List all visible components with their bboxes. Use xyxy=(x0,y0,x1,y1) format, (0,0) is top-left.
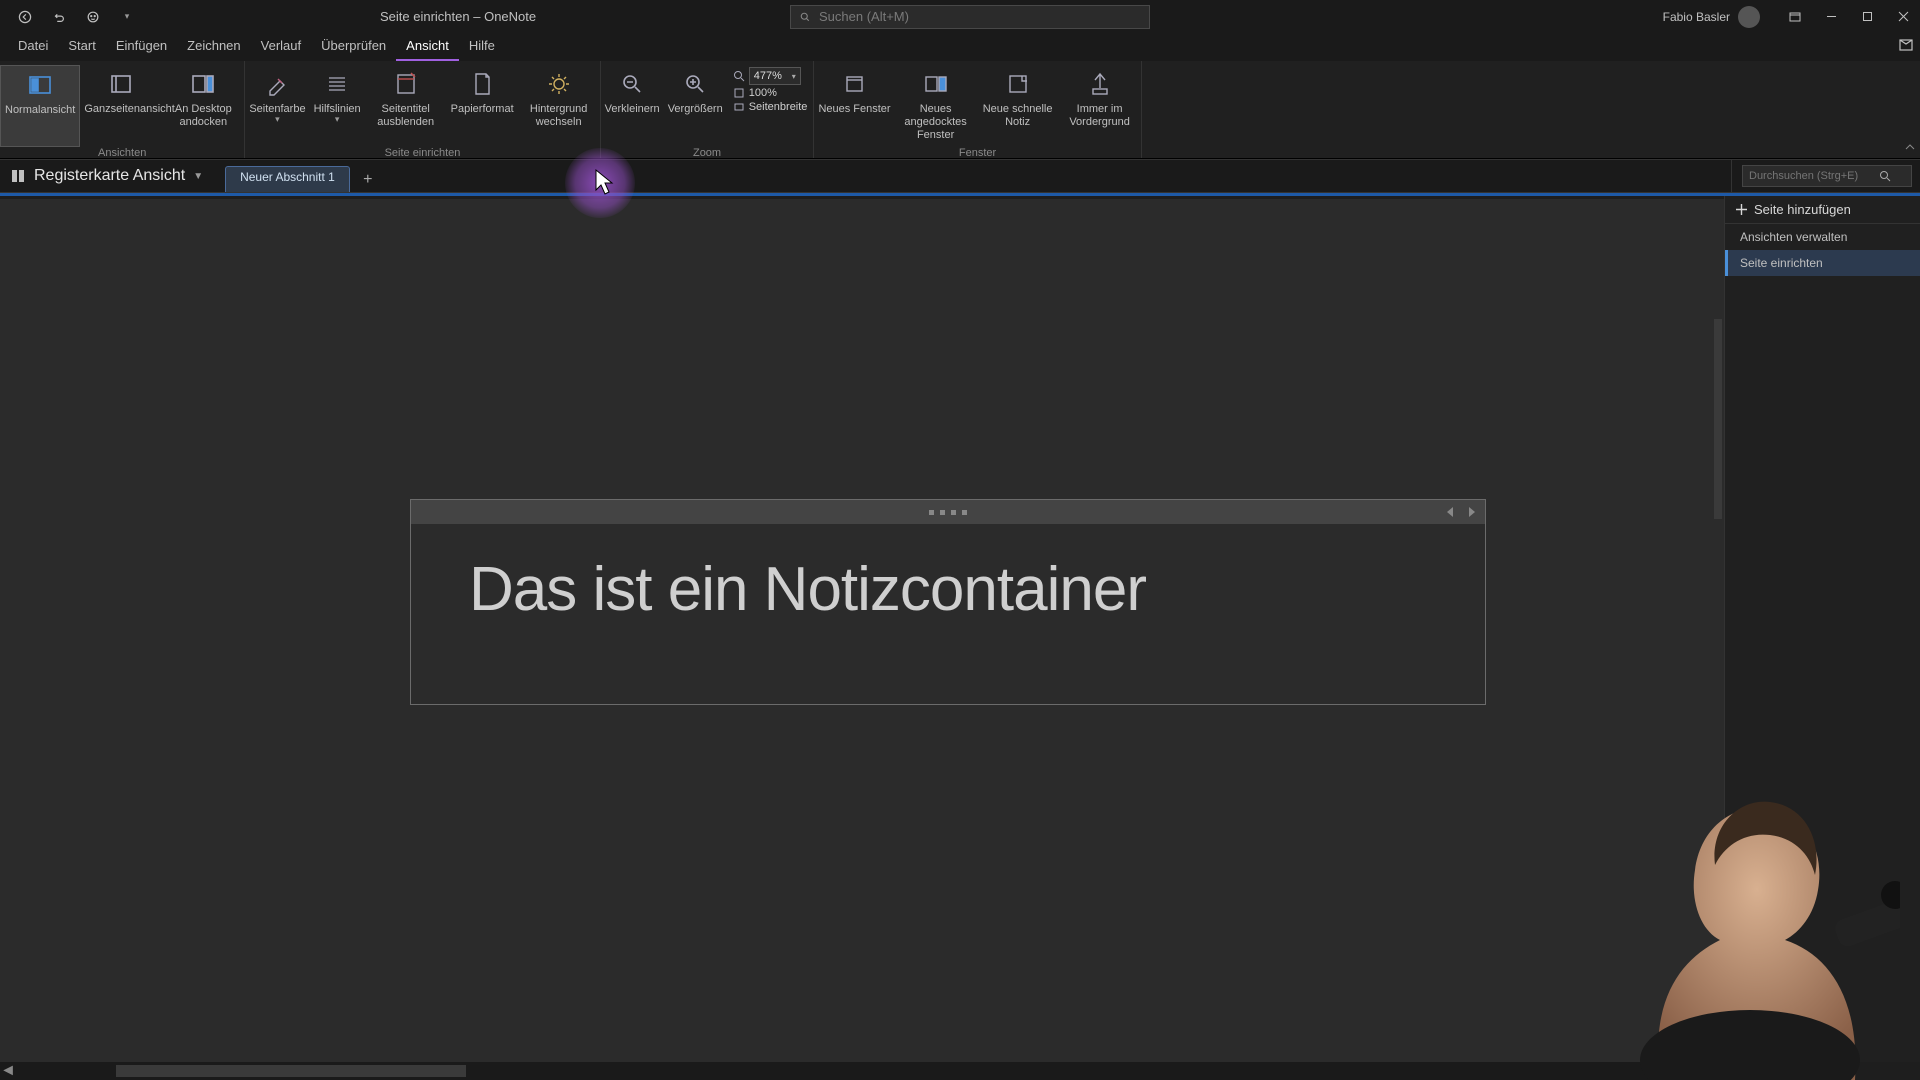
notebook-bar: Registerkarte Ansicht ▼ Neuer Abschnitt … xyxy=(0,159,1920,193)
menu-tab-verlauf[interactable]: Verlauf xyxy=(251,34,311,61)
note-container-header[interactable] xyxy=(411,500,1485,524)
ribbon-collapse-button[interactable] xyxy=(1904,141,1916,156)
toggle-background-icon xyxy=(546,67,572,101)
user-avatar[interactable] xyxy=(1738,6,1760,28)
notebook-icon xyxy=(10,168,26,184)
menu-tab-einfuegen[interactable]: Einfügen xyxy=(106,34,177,61)
search-placeholder: Suchen (Alt+M) xyxy=(819,9,909,24)
ribbon-btn-neues-angedocktes-fenster[interactable]: Neues angedocktes Fenster xyxy=(895,65,977,147)
menu-bar: Datei Start Einfügen Zeichnen Verlauf Üb… xyxy=(0,33,1920,61)
zoom-options: 477%▾ 100% Seitenbreite xyxy=(727,65,814,115)
hscroll-left-button[interactable]: ◄ xyxy=(0,1063,16,1079)
ribbon-btn-hintergrund-wechseln[interactable]: Hintergrund wechseln xyxy=(518,65,600,147)
vscroll-thumb[interactable] xyxy=(1714,319,1722,519)
dock-icon xyxy=(190,67,216,101)
window-title: Seite einrichten – OneNote xyxy=(380,9,536,24)
hide-title-icon xyxy=(393,67,419,101)
zoom-out-icon xyxy=(619,67,645,101)
ribbon-btn-neues-fenster[interactable]: Neues Fenster xyxy=(814,65,894,147)
search-icon xyxy=(799,11,811,23)
section-tab[interactable]: Neuer Abschnitt 1 xyxy=(225,166,350,192)
ribbon-group-zoom: Verkleinern Vergrößern 477%▾ 100% Seiten… xyxy=(601,61,815,158)
note-text[interactable]: Das ist ein Notizcontainer xyxy=(469,554,1427,625)
ribbon-group-fenster: Neues Fenster Neues angedocktes Fenster … xyxy=(814,61,1141,158)
grip-dot xyxy=(962,510,967,515)
nav-back-button[interactable] xyxy=(12,4,38,30)
menu-tab-datei[interactable]: Datei xyxy=(8,34,58,61)
grip-dot xyxy=(940,510,945,515)
zoom-in-icon xyxy=(682,67,708,101)
quick-note-icon xyxy=(1005,67,1031,101)
normal-view-icon xyxy=(27,68,53,102)
note-container[interactable]: Das ist ein Notizcontainer xyxy=(410,499,1486,705)
minimize-button[interactable] xyxy=(1814,0,1848,33)
menu-tab-ueberpruefen[interactable]: Überprüfen xyxy=(311,34,396,61)
ribbon: Normalansicht Ganzseitenansicht An Deskt… xyxy=(0,61,1920,159)
new-docked-window-icon xyxy=(923,67,949,101)
notebook-selector[interactable]: Registerkarte Ansicht ▼ xyxy=(0,167,213,185)
ribbon-btn-neue-schnelle-notiz[interactable]: Neue schnelle Notiz xyxy=(977,65,1059,147)
resize-right-icon[interactable] xyxy=(1463,504,1479,520)
hscroll-thumb[interactable] xyxy=(116,1065,466,1077)
search-icon xyxy=(1879,170,1891,182)
page-canvas[interactable]: Das ist ein Notizcontainer xyxy=(0,199,1724,1062)
menu-tab-start[interactable]: Start xyxy=(58,34,105,61)
menu-tab-ansicht[interactable]: Ansicht xyxy=(396,34,459,61)
resize-left-icon[interactable] xyxy=(1443,504,1459,520)
title-bar: ▾ Seite einrichten – OneNote Suchen (Alt… xyxy=(0,0,1920,33)
note-body[interactable]: Das ist ein Notizcontainer xyxy=(411,524,1485,704)
hscroll-track[interactable] xyxy=(16,1065,1708,1077)
plus-icon xyxy=(1735,203,1748,216)
ribbon-btn-hilfslinien[interactable]: Hilfslinien xyxy=(310,65,365,147)
ribbon-btn-immer-im-vordergrund[interactable]: Immer im Vordergrund xyxy=(1059,65,1141,147)
section-underline xyxy=(0,193,1920,196)
ribbon-btn-seitenfarbe[interactable]: Seitenfarbe xyxy=(245,65,309,147)
zoom-pagewidth-button[interactable]: Seitenbreite xyxy=(733,101,808,113)
page-list-item[interactable]: Seite einrichten xyxy=(1725,250,1920,276)
ribbon-btn-papierformat[interactable]: Papierformat xyxy=(447,65,518,147)
undo-button[interactable] xyxy=(46,4,72,30)
ribbon-display-options-button[interactable] xyxy=(1778,0,1812,33)
add-page-button[interactable]: Seite hinzufügen xyxy=(1725,196,1920,224)
page-color-icon xyxy=(264,67,290,101)
close-button[interactable] xyxy=(1886,0,1920,33)
horizontal-scrollbar[interactable]: ◄ ► xyxy=(0,1062,1724,1080)
grip-dot xyxy=(929,510,934,515)
menu-tab-zeichnen[interactable]: Zeichnen xyxy=(177,34,250,61)
ribbon-btn-normalansicht[interactable]: Normalansicht xyxy=(0,65,80,147)
grip-dot xyxy=(951,510,956,515)
share-button[interactable] xyxy=(1898,37,1914,58)
ribbon-group-seite-einrichten: Seitenfarbe Hilfslinien Seitentitel ausb… xyxy=(245,61,600,158)
notebook-search[interactable] xyxy=(1742,165,1912,187)
ribbon-btn-verkleinern[interactable]: Verkleinern xyxy=(601,65,664,147)
rule-lines-icon xyxy=(324,67,350,101)
paper-size-icon xyxy=(469,67,495,101)
page-list-panel: Seite hinzufügen ◄ Ansichten verwalten S… xyxy=(1724,196,1920,1062)
qat-customize-button[interactable]: ▾ xyxy=(114,4,140,30)
touch-mode-button[interactable] xyxy=(80,4,106,30)
global-search[interactable]: Suchen (Alt+M) xyxy=(790,5,1150,29)
menu-tab-hilfe[interactable]: Hilfe xyxy=(459,34,505,61)
zoom-100-button[interactable]: 100% xyxy=(733,87,808,99)
add-section-button[interactable]: + xyxy=(356,168,380,192)
ribbon-group-ansichten: Normalansicht Ganzseitenansicht An Deskt… xyxy=(0,61,245,158)
ribbon-btn-seitentitel-ausblenden[interactable]: Seitentitel ausblenden xyxy=(365,65,447,147)
chevron-down-icon: ▼ xyxy=(193,171,203,182)
page-list-item[interactable]: Ansichten verwalten xyxy=(1725,224,1920,250)
zoom-level-input[interactable]: 477%▾ xyxy=(749,67,801,85)
ribbon-btn-dock-to-desktop[interactable]: An Desktop andocken xyxy=(162,65,244,147)
user-name-label[interactable]: Fabio Basler xyxy=(1663,10,1730,24)
notebook-search-input[interactable] xyxy=(1749,170,1879,182)
fullpage-view-icon xyxy=(108,67,134,101)
always-on-top-icon xyxy=(1087,67,1113,101)
zoom-icon xyxy=(733,70,745,82)
hscroll-right-button[interactable]: ► xyxy=(1708,1063,1724,1079)
ribbon-btn-ganzseitenansicht[interactable]: Ganzseitenansicht xyxy=(80,65,162,147)
new-window-icon xyxy=(842,67,868,101)
ribbon-btn-vergroessern[interactable]: Vergrößern xyxy=(664,65,727,147)
maximize-button[interactable] xyxy=(1850,0,1884,33)
